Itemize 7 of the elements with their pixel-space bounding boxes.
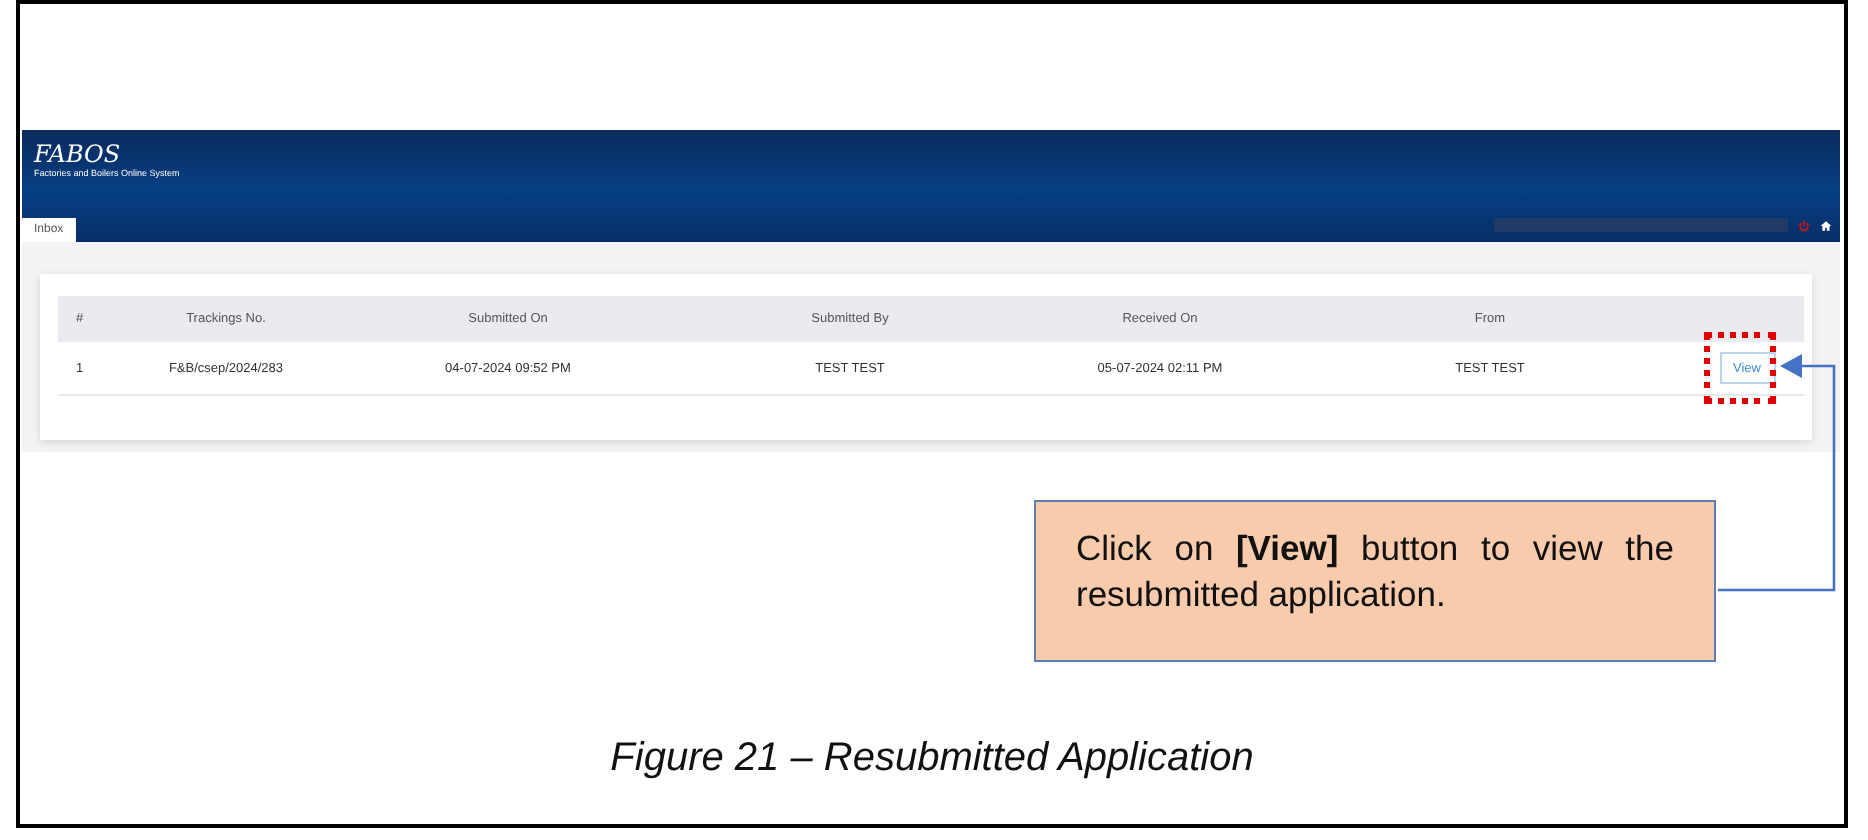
home-icon[interactable] — [1820, 219, 1832, 231]
app-logo: FABOS — [34, 142, 121, 168]
search-field[interactable] — [1494, 218, 1788, 232]
callout-text: Click on [View] button to view the resubmitted application. — [1076, 528, 1674, 614]
power-icon[interactable] — [1798, 219, 1810, 231]
figure-caption: Figure 21 – Resubmitted Application — [608, 736, 1256, 782]
highlight-frame — [1704, 332, 1776, 404]
